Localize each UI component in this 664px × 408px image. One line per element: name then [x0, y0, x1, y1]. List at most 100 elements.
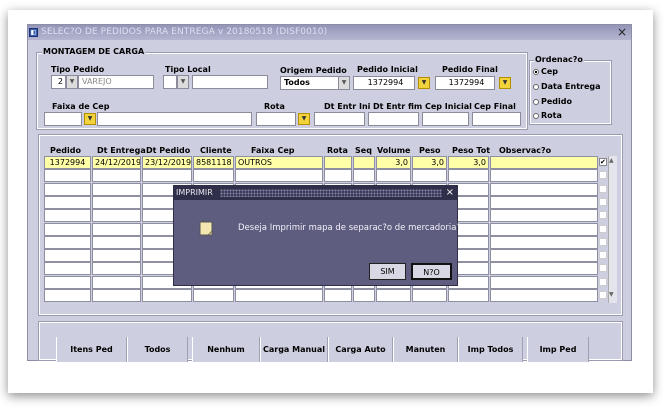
- faixa-cep-lov-icon[interactable]: ▼: [84, 113, 96, 125]
- row-checkbox[interactable]: [599, 264, 607, 273]
- itens-ped-button[interactable]: Itens Ped: [56, 337, 127, 362]
- pedido-inicial-lov-icon[interactable]: ▼: [418, 77, 430, 89]
- cell-pedido[interactable]: [44, 275, 91, 289]
- tipo-local-desc-field[interactable]: [192, 75, 268, 89]
- cell-pedido[interactable]: [44, 249, 91, 263]
- grid-scrollbar[interactable]: [608, 156, 617, 303]
- faixa-cep-code-field[interactable]: [44, 112, 82, 126]
- row-checkbox[interactable]: [599, 224, 607, 233]
- cell-observacao[interactable]: [490, 249, 598, 263]
- cell-dt-entrega[interactable]: [92, 235, 141, 249]
- cell-pedido[interactable]: 1372994: [44, 156, 91, 169]
- faixa-cep-desc-field[interactable]: [97, 112, 252, 126]
- nao-button[interactable]: N?O: [411, 263, 452, 280]
- cell-pedido[interactable]: [44, 222, 91, 236]
- cell-peso-tot[interactable]: [448, 169, 489, 183]
- cell-volume[interactable]: [376, 169, 411, 183]
- cell-peso-tot[interactable]: 3,0: [448, 156, 489, 169]
- manuten-button[interactable]: Manuten: [393, 337, 458, 362]
- scroll-up-icon[interactable]: ▲: [609, 157, 614, 164]
- origem-pedido-dropdown-icon[interactable]: ▼: [338, 76, 350, 90]
- cell-volume[interactable]: 3,0: [376, 156, 411, 169]
- cell-dt-pedido[interactable]: 23/12/2019: [142, 156, 192, 169]
- row-checkbox[interactable]: [599, 277, 607, 286]
- row-checkbox[interactable]: [599, 251, 607, 260]
- ordenacao-option-rota[interactable]: Rota: [533, 111, 562, 120]
- cell-pedido[interactable]: [44, 262, 91, 276]
- cell-observacao[interactable]: [490, 156, 598, 169]
- cep-final-field[interactable]: [472, 112, 521, 126]
- cell-dt-entrega[interactable]: [92, 169, 141, 183]
- cell-pedido[interactable]: [44, 195, 91, 209]
- dt-entr-ini-field[interactable]: [314, 112, 365, 126]
- cell-observacao[interactable]: [490, 182, 598, 196]
- cell-dt-entrega[interactable]: [92, 209, 141, 223]
- cell-faixa-cep[interactable]: [235, 169, 323, 183]
- cell-faixa-cep[interactable]: [235, 289, 323, 302]
- cep-inicial-field[interactable]: [422, 112, 469, 126]
- cell-rota[interactable]: [324, 289, 352, 302]
- tipo-pedido-dropdown-icon[interactable]: ▼: [66, 75, 78, 89]
- cell-cliente[interactable]: [193, 169, 234, 183]
- row-checkbox[interactable]: [599, 211, 607, 220]
- scroll-down-icon[interactable]: ▼: [609, 291, 614, 298]
- cell-dt-entrega[interactable]: [92, 182, 141, 196]
- cell-observacao[interactable]: [490, 235, 598, 249]
- cell-observacao[interactable]: [490, 209, 598, 223]
- cell-peso[interactable]: [412, 289, 447, 302]
- cell-peso[interactable]: [412, 169, 447, 183]
- cell-pedido[interactable]: [44, 289, 91, 302]
- cell-dt-entrega[interactable]: [92, 195, 141, 209]
- origem-pedido-select[interactable]: Todos: [280, 76, 341, 90]
- cell-rota[interactable]: [324, 156, 352, 169]
- dialog-close-icon[interactable]: ×: [446, 186, 454, 199]
- row-checkbox[interactable]: ✔: [599, 158, 607, 166]
- cell-observacao[interactable]: [490, 275, 598, 289]
- imp-todos-button[interactable]: Imp Todos: [458, 337, 523, 362]
- ordenacao-option-pedido[interactable]: Pedido: [533, 97, 572, 106]
- cell-dt-entrega[interactable]: 24/12/2019: [92, 156, 141, 169]
- rota-lov-icon[interactable]: ▼: [298, 113, 310, 125]
- cell-observacao[interactable]: [490, 289, 598, 302]
- cell-dt-entrega[interactable]: [92, 262, 141, 276]
- row-checkbox[interactable]: [599, 171, 607, 180]
- imp-ped-button[interactable]: Imp Ped: [527, 337, 589, 362]
- cell-dt-entrega[interactable]: [92, 275, 141, 289]
- cell-peso-tot[interactable]: [448, 289, 489, 302]
- ordenacao-option-cep[interactable]: Cep: [533, 67, 558, 76]
- cell-volume[interactable]: [376, 289, 411, 302]
- cell-dt-entrega[interactable]: [92, 222, 141, 236]
- row-checkbox[interactable]: [599, 291, 607, 299]
- cell-dt-entrega[interactable]: [92, 289, 141, 302]
- cell-observacao[interactable]: [490, 262, 598, 276]
- cell-cliente[interactable]: [193, 289, 234, 302]
- cell-observacao[interactable]: [490, 195, 598, 209]
- cell-pedido[interactable]: [44, 235, 91, 249]
- cell-pedido[interactable]: [44, 182, 91, 196]
- pedido-final-field[interactable]: 1372994: [435, 76, 495, 90]
- todos-button[interactable]: Todos: [127, 337, 188, 362]
- cell-rota[interactable]: [324, 169, 352, 183]
- carga-manual-button[interactable]: Carga Manual: [260, 337, 328, 362]
- pedido-final-lov-icon[interactable]: ▼: [499, 77, 511, 89]
- pedido-inicial-field[interactable]: 1372994: [353, 76, 415, 90]
- cell-seq[interactable]: [353, 169, 375, 183]
- cell-seq[interactable]: [353, 156, 375, 169]
- dt-entr-fim-field[interactable]: [368, 112, 419, 126]
- cell-peso[interactable]: 3,0: [412, 156, 447, 169]
- cell-dt-pedido[interactable]: [142, 169, 192, 183]
- tipo-local-dropdown-icon[interactable]: ▼: [177, 75, 189, 89]
- row-checkbox[interactable]: [599, 237, 607, 246]
- carga-auto-button[interactable]: Carga Auto: [328, 337, 393, 362]
- cell-seq[interactable]: [353, 289, 375, 302]
- sim-button[interactable]: SIM: [369, 263, 406, 280]
- cell-cliente[interactable]: 8581118: [193, 156, 234, 169]
- cell-faixa-cep[interactable]: OUTROS: [235, 156, 323, 169]
- window-close-icon[interactable]: ×: [617, 25, 627, 39]
- ordenacao-option-data-entrega[interactable]: Data Entrega: [533, 82, 601, 91]
- cell-dt-pedido[interactable]: [142, 289, 192, 302]
- cell-dt-entrega[interactable]: [92, 249, 141, 263]
- cell-observacao[interactable]: [490, 169, 598, 183]
- cell-observacao[interactable]: [490, 222, 598, 236]
- cell-pedido[interactable]: [44, 209, 91, 223]
